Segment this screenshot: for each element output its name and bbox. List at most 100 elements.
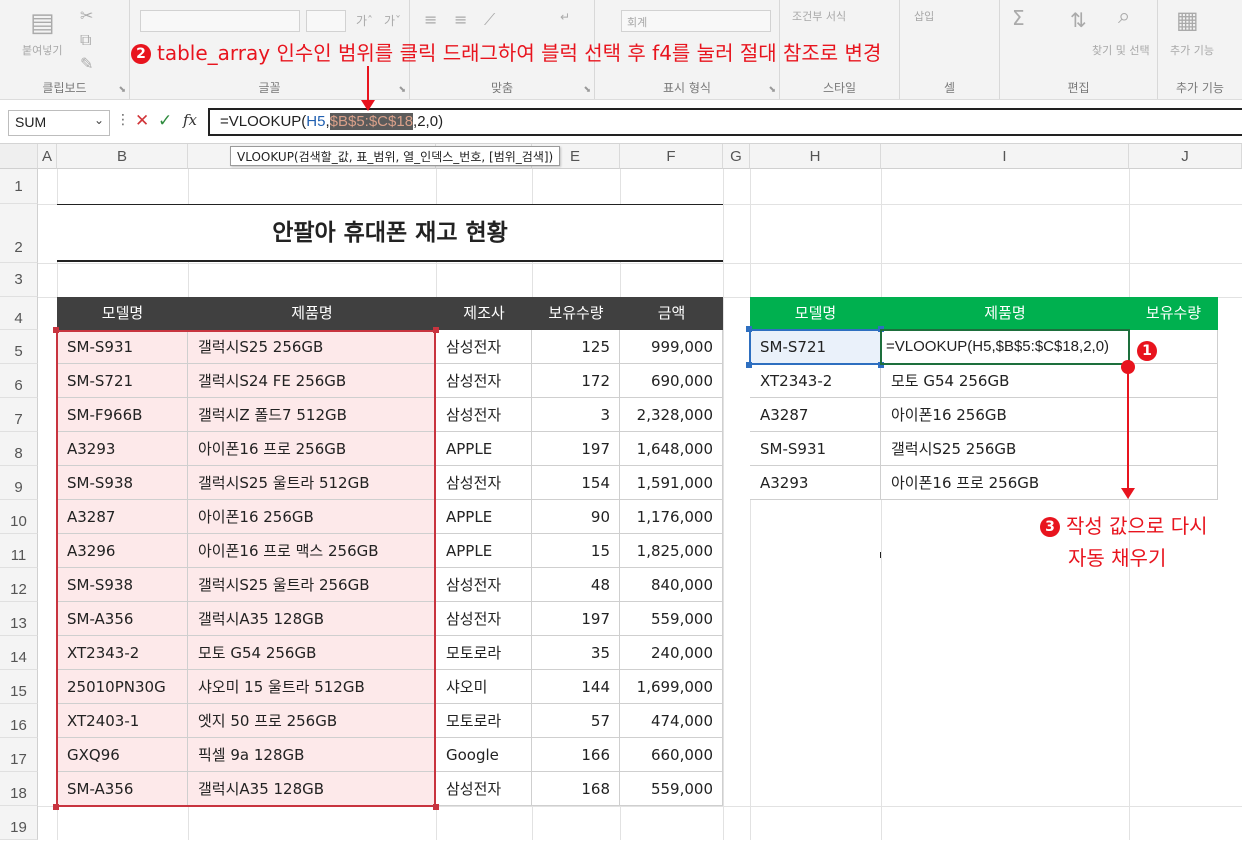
main-cell-qty[interactable]: 90 (532, 500, 620, 534)
main-cell-price[interactable]: 999,000 (620, 330, 723, 364)
lookup-cell-model[interactable]: SM-S721 (750, 330, 881, 364)
main-cell-maker[interactable]: 샤오미 (436, 670, 532, 704)
main-cell-model[interactable]: SM-S938 (57, 466, 188, 500)
main-cell-qty[interactable]: 35 (532, 636, 620, 670)
row-header-14[interactable]: 14 (0, 636, 38, 670)
row-header-16[interactable]: 16 (0, 704, 38, 738)
main-cell-price[interactable]: 1,648,000 (620, 432, 723, 466)
main-cell-price[interactable]: 840,000 (620, 568, 723, 602)
main-cell-model[interactable]: XT2403-1 (57, 704, 188, 738)
find-icon[interactable]: ⌕ (1118, 4, 1130, 29)
main-cell-maker[interactable]: 삼성전자 (436, 772, 532, 806)
lookup-cell-product[interactable]: 모토 G54 256GB (881, 364, 1129, 398)
lookup-cell-model[interactable]: A3287 (750, 398, 881, 432)
formula-input[interactable]: =VLOOKUP(H5,$B$5:$C$18,2,0) (208, 108, 1242, 136)
main-cell-qty[interactable]: 15 (532, 534, 620, 568)
main-cell-price[interactable]: 1,825,000 (620, 534, 723, 568)
font-size-combo[interactable] (306, 10, 346, 32)
ref-handle[interactable] (746, 362, 752, 368)
ref-handle[interactable] (878, 362, 884, 368)
row-header-4[interactable]: 4 (0, 297, 38, 330)
main-cell-product[interactable]: 갤럭시Z 폴드7 512GB (188, 398, 436, 432)
add-ins-icon[interactable]: ▦ (1176, 6, 1199, 34)
main-cell-qty[interactable]: 154 (532, 466, 620, 500)
cancel-icon[interactable]: ✕ (135, 111, 149, 131)
main-cell-product[interactable]: 갤럭시S24 FE 256GB (188, 364, 436, 398)
find-select-label[interactable]: 찾기 및 선택 (1092, 42, 1150, 58)
main-cell-model[interactable]: SM-F966B (57, 398, 188, 432)
col-header-b[interactable]: B (57, 144, 188, 169)
main-cell-product[interactable]: 픽셀 9a 128GB (188, 738, 436, 772)
wrap-text-icon[interactable]: ↵ (560, 10, 570, 24)
main-cell-price[interactable]: 559,000 (620, 772, 723, 806)
main-cell-model[interactable]: 25010PN30G (57, 670, 188, 704)
main-cell-maker[interactable]: 삼성전자 (436, 602, 532, 636)
row-header-3[interactable]: 3 (0, 263, 38, 297)
main-cell-product[interactable]: 갤럭시S25 울트라 256GB (188, 568, 436, 602)
main-cell-qty[interactable]: 144 (532, 670, 620, 704)
main-cell-price[interactable]: 240,000 (620, 636, 723, 670)
main-cell-maker[interactable]: APPLE (436, 534, 532, 568)
main-cell-maker[interactable]: 삼성전자 (436, 364, 532, 398)
main-cell-price[interactable]: 660,000 (620, 738, 723, 772)
col-header-i[interactable]: I (881, 144, 1129, 169)
main-cell-maker[interactable]: 모토로라 (436, 636, 532, 670)
lookup-cell-product[interactable]: 갤럭시S25 256GB (881, 432, 1129, 466)
main-cell-qty[interactable]: 172 (532, 364, 620, 398)
main-cell-price[interactable]: 1,176,000 (620, 500, 723, 534)
shrink-font-icon[interactable]: 가ˇ (384, 12, 401, 29)
row-header-9[interactable]: 9 (0, 466, 38, 500)
lookup-header-product[interactable]: 제품명 (881, 297, 1129, 330)
main-cell-model[interactable]: A3296 (57, 534, 188, 568)
main-cell-product[interactable]: 갤럭시S25 울트라 512GB (188, 466, 436, 500)
main-cell-price[interactable]: 690,000 (620, 364, 723, 398)
row-header-5[interactable]: 5 (0, 330, 38, 364)
col-header-j[interactable]: J (1129, 144, 1242, 169)
range-handle[interactable] (433, 327, 439, 333)
main-header-model[interactable]: 모델명 (57, 297, 188, 330)
row-header-11[interactable]: 11 (0, 534, 38, 568)
main-header-price[interactable]: 금액 (620, 297, 723, 330)
font-name-combo[interactable] (140, 10, 300, 32)
ref-handle[interactable] (878, 326, 884, 332)
row-header-8[interactable]: 8 (0, 432, 38, 466)
dialog-launcher-icon[interactable]: ⬊ (118, 85, 126, 95)
lookup-cell-model[interactable]: A3293 (750, 466, 881, 500)
dialog-launcher-icon[interactable]: ⬊ (398, 85, 406, 95)
lookup-cell-product[interactable]: 아이폰16 프로 256GB (881, 466, 1129, 500)
row-header-12[interactable]: 12 (0, 568, 38, 602)
main-cell-product[interactable]: 샤오미 15 울트라 512GB (188, 670, 436, 704)
main-cell-qty[interactable]: 48 (532, 568, 620, 602)
main-cell-qty[interactable]: 3 (532, 398, 620, 432)
chevron-down-icon[interactable]: ⌄ (94, 113, 104, 127)
dialog-launcher-icon[interactable]: ⬊ (768, 85, 776, 95)
main-cell-product[interactable]: 모토 G54 256GB (188, 636, 436, 670)
row-header-2[interactable]: 2 (0, 204, 38, 263)
ref-handle[interactable] (746, 326, 752, 332)
main-cell-maker[interactable]: Google (436, 738, 532, 772)
main-cell-model[interactable]: SM-S721 (57, 364, 188, 398)
main-cell-price[interactable]: 474,000 (620, 704, 723, 738)
lookup-cell-model[interactable]: XT2343-2 (750, 364, 881, 398)
name-box[interactable]: SUM ⌄ (8, 110, 110, 136)
main-cell-price[interactable]: 2,328,000 (620, 398, 723, 432)
copy-icon[interactable]: ⧉ (80, 30, 91, 50)
main-cell-model[interactable]: SM-S931 (57, 330, 188, 364)
main-cell-model[interactable]: SM-A356 (57, 602, 188, 636)
lookup-cell-qty[interactable] (1129, 466, 1218, 500)
lookup-header-model[interactable]: 모델명 (750, 297, 881, 330)
main-cell-product[interactable]: 아이폰16 256GB (188, 500, 436, 534)
main-header-maker[interactable]: 제조사 (436, 297, 532, 330)
main-header-product[interactable]: 제품명 (188, 297, 436, 330)
row-header-15[interactable]: 15 (0, 670, 38, 704)
format-painter-icon[interactable]: ✎ (80, 54, 93, 73)
main-cell-product[interactable]: 엣지 50 프로 256GB (188, 704, 436, 738)
main-cell-price[interactable]: 1,699,000 (620, 670, 723, 704)
main-cell-maker[interactable]: 삼성전자 (436, 398, 532, 432)
main-cell-model[interactable]: A3287 (57, 500, 188, 534)
main-cell-product[interactable]: 아이폰16 프로 맥스 256GB (188, 534, 436, 568)
range-handle[interactable] (53, 804, 59, 810)
main-cell-product[interactable]: 아이폰16 프로 256GB (188, 432, 436, 466)
col-header-f[interactable]: F (620, 144, 723, 169)
row-header-7[interactable]: 7 (0, 398, 38, 432)
